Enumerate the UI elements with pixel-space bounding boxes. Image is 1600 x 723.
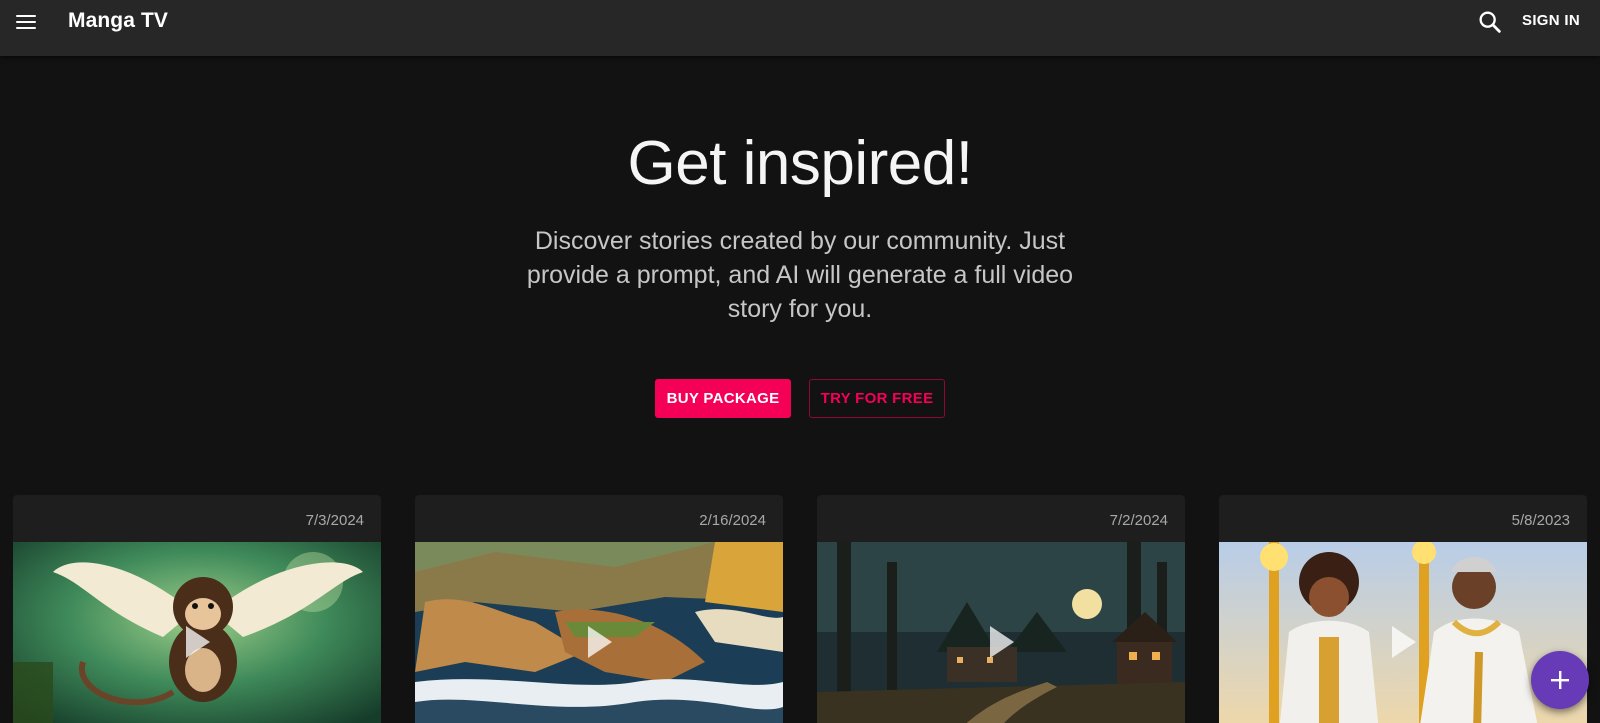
menu-icon[interactable] [10, 6, 42, 38]
play-icon[interactable] [584, 624, 614, 660]
card-thumbnail[interactable] [415, 542, 783, 723]
story-card[interactable]: 7/2/2024 [817, 495, 1185, 723]
card-date: 7/3/2024 [305, 512, 364, 529]
search-icon[interactable] [1476, 8, 1504, 36]
card-date: 2/16/2024 [699, 512, 766, 529]
play-icon[interactable] [1388, 624, 1418, 660]
sign-in-button[interactable]: SIGN IN [1516, 12, 1586, 32]
card-thumbnail[interactable] [817, 542, 1185, 723]
play-icon[interactable] [986, 624, 1016, 660]
hero-title: Get inspired! [627, 129, 973, 198]
plus-icon [1551, 671, 1569, 689]
app-title[interactable]: Manga TV [68, 9, 168, 33]
app-bar: Manga TV SIGN IN [0, 0, 1600, 56]
card-thumbnail[interactable] [13, 542, 381, 723]
card-date: 5/8/2023 [1511, 512, 1570, 529]
card-date: 7/2/2024 [1109, 512, 1168, 529]
card-thumbnail[interactable] [1219, 542, 1587, 723]
hero-subtitle: Discover stories created by our communit… [526, 227, 1074, 323]
create-story-fab[interactable] [1531, 651, 1589, 709]
buy-package-button[interactable]: BUY PACKAGE [655, 379, 791, 418]
story-card[interactable]: 2/16/2024 [415, 495, 783, 723]
try-for-free-button[interactable]: TRY FOR FREE [809, 379, 945, 418]
story-card[interactable]: 7/3/2024 [13, 495, 381, 723]
play-icon[interactable] [182, 624, 212, 660]
